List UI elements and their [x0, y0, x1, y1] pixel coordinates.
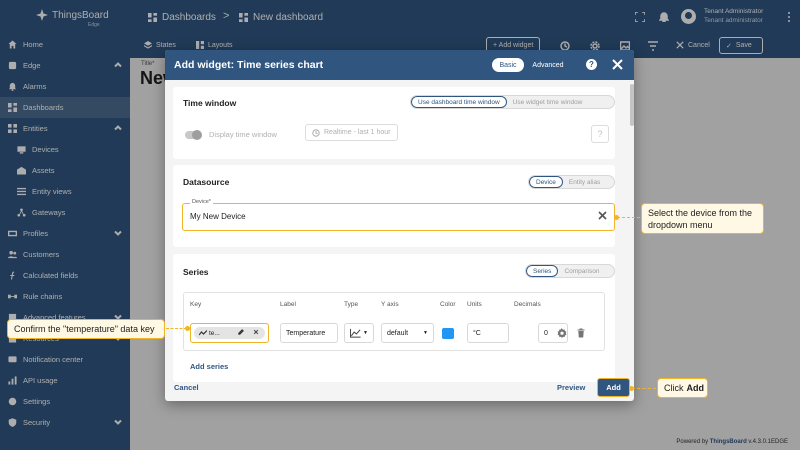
remove-key-icon[interactable] [252, 329, 260, 337]
preview-button[interactable]: Preview [557, 383, 585, 392]
datasource-title: Datasource [183, 177, 230, 187]
use-widget-time-window-option[interactable]: Use widget time window [507, 96, 589, 108]
close-icon[interactable] [612, 59, 623, 70]
add-series-button[interactable]: Add series [190, 362, 228, 371]
callout-select-device: Select the device from the dropdown menu [641, 203, 764, 234]
use-dashboard-time-window-option[interactable]: Use dashboard time window [411, 96, 507, 108]
callout-device-connector [617, 217, 640, 218]
time-window-title: Time window [183, 98, 237, 108]
datasource-card: Datasource Device Entity alias Device* M… [173, 165, 615, 247]
display-time-window-label: Display time window [209, 130, 277, 139]
series-type-select[interactable]: ▼ [344, 323, 374, 343]
series-settings-gear-icon[interactable] [557, 328, 567, 338]
dialog-scrollbar[interactable] [630, 84, 634, 126]
header-type: Type [344, 301, 359, 308]
callout-add-dot [629, 386, 634, 391]
decimals-value: 0 [544, 329, 548, 337]
callout-key-connector [166, 328, 187, 329]
edit-icon[interactable] [237, 329, 245, 337]
data-key-field[interactable]: te... [190, 323, 269, 343]
series-label-input[interactable]: Temperature [280, 323, 338, 343]
callout-click-add-bold: Add [686, 383, 705, 393]
device-select-field[interactable]: Device* My New Device [182, 199, 615, 231]
datasource-entity-alias-option[interactable]: Entity alias [563, 176, 606, 188]
datasource-device-option[interactable]: Device [529, 176, 563, 188]
clear-icon[interactable] [598, 211, 607, 220]
series-title: Series [183, 267, 209, 277]
chevron-down-icon: ▼ [423, 330, 428, 336]
header-decimals: Decimals [514, 301, 541, 308]
device-field-label: Device* [190, 199, 213, 205]
data-key-chip[interactable]: te... [194, 327, 265, 339]
units-input[interactable]: °C [467, 323, 509, 343]
series-option[interactable]: Series [526, 265, 559, 277]
help-outline-icon[interactable]: ? [591, 125, 609, 143]
header-key: Key [190, 301, 202, 308]
callout-click-add: Click Add [657, 378, 708, 398]
header-units: Units [467, 301, 482, 308]
mode-basic-toggle[interactable]: Basic [492, 58, 524, 72]
series-table: Key Label Type Y axis Color Units Decima… [183, 292, 605, 351]
device-field-value: My New Device [190, 212, 246, 221]
header-label: Label [280, 301, 296, 308]
callout-click-add-prefix: Click [664, 383, 684, 393]
callout-key-dot [185, 326, 190, 331]
realtime-timewindow-button[interactable]: Realtime - last 1 hour [305, 124, 398, 141]
dialog-title: Add widget: Time series chart [174, 59, 324, 71]
series-card: Series Series Comparison Key Label Type … [173, 254, 615, 382]
comparison-option[interactable]: Comparison [558, 265, 605, 277]
callout-device-dot [614, 215, 619, 220]
series-mode-toggle: Series Comparison [525, 264, 615, 278]
clock-icon [312, 128, 320, 137]
chevron-down-icon: ▼ [363, 330, 368, 336]
delete-series-trash-icon[interactable] [576, 328, 586, 338]
time-window-card: Time window Use dashboard time window Us… [173, 87, 615, 159]
header-y-axis: Y axis [381, 301, 399, 308]
header-color: Color [440, 301, 456, 308]
help-icon[interactable]: ? [586, 59, 597, 70]
add-button[interactable]: Add [597, 378, 630, 397]
time-window-toggle: Use dashboard time window Use widget tim… [410, 95, 615, 109]
y-axis-value: default [387, 329, 409, 337]
dialog-header: Add widget: Time series chart Basic Adva… [165, 50, 634, 80]
timeseries-icon [199, 330, 207, 336]
callout-confirm-key: Confirm the "temperature" data key [7, 319, 165, 339]
mode-advanced-toggle[interactable]: Advanced [528, 58, 568, 72]
y-axis-select[interactable]: default ▼ [381, 323, 434, 343]
dialog-cancel-button[interactable]: Cancel [174, 383, 199, 392]
add-widget-dialog: Add widget: Time series chart Basic Adva… [165, 50, 634, 401]
series-color-swatch[interactable] [442, 328, 454, 339]
realtime-timewindow-label: Realtime - last 1 hour [324, 129, 391, 136]
display-time-window-switch[interactable] [185, 129, 202, 140]
datasource-type-toggle: Device Entity alias [528, 175, 615, 189]
line-chart-icon [350, 328, 361, 338]
callout-add-connector [632, 388, 656, 389]
data-key-chip-label: te... [209, 329, 220, 337]
